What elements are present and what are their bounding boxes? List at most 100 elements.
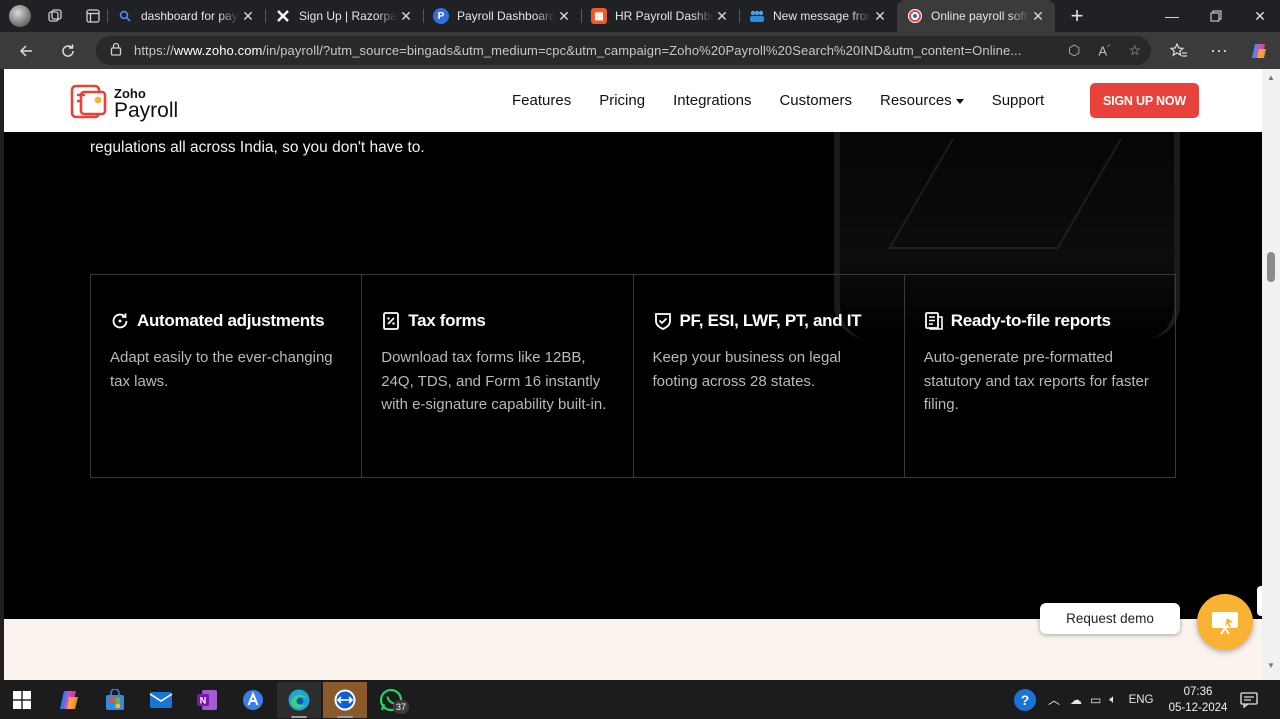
nav-resources-item[interactable]: Resources <box>880 92 964 109</box>
feature-title: Ready-to-file reports <box>950 311 1111 330</box>
report-doc-icon <box>924 312 943 330</box>
workspaces-icon[interactable] <box>41 2 69 30</box>
teams-people-icon <box>749 8 765 24</box>
close-icon[interactable]: ✕ <box>871 8 889 25</box>
nav-resources: Resources <box>879 92 952 109</box>
scroll-down-icon[interactable]: ▼ <box>1266 661 1276 671</box>
refresh-icon[interactable] <box>52 35 84 67</box>
app-a-icon[interactable] <box>231 682 275 718</box>
zoho-payroll-logo-icon <box>70 84 107 119</box>
more-menu-icon[interactable]: ··· <box>1203 35 1235 67</box>
razorpayx-icon <box>275 8 291 24</box>
language-indicator[interactable]: ENG <box>1129 694 1154 706</box>
volume-icon[interactable]: 🔈︎ <box>1109 692 1116 707</box>
copilot-icon[interactable] <box>1243 35 1275 67</box>
chevron-up-icon[interactable]: ︿ <box>1048 691 1060 708</box>
close-icon[interactable]: ✕ <box>239 8 257 25</box>
zoho-payroll-logo[interactable]: Zoho Payroll <box>70 83 178 122</box>
help-icon[interactable]: ? <box>1014 688 1036 711</box>
close-icon[interactable]: ✕ <box>1029 8 1047 25</box>
restore-icon[interactable] <box>1194 0 1238 32</box>
feature-text: Keep your business on legal footing acro… <box>652 349 841 390</box>
microsoft-store-icon[interactable] <box>93 682 137 718</box>
feature-title: PF, ESI, LWF, PT, and IT <box>679 311 862 330</box>
edge-browser-icon[interactable] <box>277 682 321 718</box>
tab-strip: dashboard for payroll ✕ Sign Up | Razorp… <box>0 0 1280 32</box>
battery-icon[interactable]: ▭ <box>1090 693 1101 707</box>
address-bar[interactable]: https://www.zoho.com/in/payroll/?utm_sou… <box>96 36 1151 65</box>
lock-icon[interactable] <box>110 42 122 59</box>
clock-date: 05-12-2024 <box>1168 702 1228 714</box>
minimize-icon[interactable]: — <box>1150 0 1194 32</box>
shield-check-icon <box>654 313 671 330</box>
chevron-down-icon <box>955 98 964 104</box>
url-path: /in/payroll/?utm_source=bingads&utm_medi… <box>262 43 1022 58</box>
close-icon[interactable]: ✕ <box>555 8 573 25</box>
browser-tab[interactable]: P Payroll Dashboard G ✕ <box>423 0 581 32</box>
favorite-star-icon[interactable]: ☆ <box>1128 42 1141 59</box>
intro-text: regulations all across India, so you don… <box>90 139 425 156</box>
browser-tab[interactable]: Sign Up | RazorpayX ✕ <box>265 0 423 32</box>
nav-support[interactable]: Support <box>992 92 1045 109</box>
browser-tab[interactable]: ▦ HR Payroll Dashboard ✕ <box>581 0 739 32</box>
sign-up-button[interactable]: SIGN UP NOW <box>1090 83 1199 118</box>
favorites-icon[interactable] <box>1163 35 1195 67</box>
back-arrow-icon[interactable] <box>10 35 42 67</box>
feature-text: Adapt easily to the ever-changing tax la… <box>110 349 333 390</box>
search-icon <box>117 8 133 24</box>
browser-tab[interactable]: New message from ✕ <box>739 0 897 32</box>
tab-title: HR Payroll Dashboard <box>615 9 713 23</box>
tag-icon[interactable]: ⬡ <box>1068 42 1080 59</box>
tab-title: New message from <box>773 9 871 23</box>
svg-text:N: N <box>200 696 207 706</box>
feature-card: Ready-to-file reports Auto-generate pre-… <box>905 275 1175 477</box>
close-icon[interactable]: ✕ <box>713 8 731 25</box>
browser-toolbar: https://www.zoho.com/in/payroll/?utm_sou… <box>0 32 1280 69</box>
copilot-app-icon[interactable] <box>47 682 91 718</box>
scroll-up-icon[interactable]: ▲ <box>1266 73 1276 83</box>
close-window-icon[interactable]: ✕ <box>1238 0 1280 32</box>
percent-doc-icon <box>383 312 400 330</box>
notifications-icon[interactable] <box>1240 680 1258 719</box>
request-demo-button[interactable] <box>1197 594 1253 650</box>
clock-time: 07:36 <box>1183 686 1213 698</box>
payroll-p-icon: P <box>433 8 449 24</box>
nav-features[interactable]: Features <box>512 92 571 109</box>
new-tab-button[interactable]: + <box>1061 0 1093 32</box>
clock[interactable]: 07:36 05-12-2024 <box>1166 684 1230 716</box>
url-scheme: https:// <box>134 43 174 58</box>
feature-title: Tax forms <box>408 311 486 330</box>
page-viewport: regulations all across India, so you don… <box>4 69 1262 680</box>
tab-title: Sign Up | RazorpayX <box>299 9 397 23</box>
main-nav: Features Pricing Integrations Customers … <box>512 69 1044 132</box>
tab-title: Payroll Dashboard G <box>457 9 555 23</box>
windows-taskbar: N 37 ? ︿ ☁ ▭ 🔈︎ ENG 07:36 05-12-2024 <box>0 680 1280 719</box>
nav-pricing[interactable]: Pricing <box>599 92 645 109</box>
mail-icon[interactable] <box>139 682 183 718</box>
nav-integrations[interactable]: Integrations <box>673 92 751 109</box>
onenote-icon[interactable]: N <box>185 682 229 718</box>
close-icon[interactable]: ✕ <box>397 8 415 25</box>
request-demo-label[interactable]: Request demo <box>1040 603 1180 634</box>
feature-card: Tax forms Download tax forms like 12BB, … <box>362 275 634 477</box>
read-aloud-icon[interactable]: Aᐟ <box>1098 43 1110 58</box>
hr-dashboard-icon: ▦ <box>591 8 607 24</box>
url-text: https://www.zoho.com/in/payroll/?utm_sou… <box>134 43 1024 58</box>
tab-title: dashboard for payroll <box>141 9 239 23</box>
tab-actions-icon[interactable] <box>79 2 107 30</box>
feature-card: Automated adjustments Adapt easily to th… <box>91 275 363 477</box>
start-windows-icon[interactable] <box>0 682 44 718</box>
whatsapp-icon[interactable]: 37 <box>369 682 413 718</box>
feature-card: PF, ESI, LWF, PT, and IT Keep your busin… <box>634 275 905 477</box>
feature-text: Download tax forms like 12BB, 24Q, TDS, … <box>381 349 607 413</box>
onedrive-cloud-icon[interactable]: ☁ <box>1070 693 1082 707</box>
browser-tab-active[interactable]: Online payroll software ✕ <box>897 0 1055 32</box>
browser-tab[interactable]: dashboard for payroll ✕ <box>107 0 265 32</box>
tab-title: Online payroll software <box>931 9 1029 23</box>
nav-customers[interactable]: Customers <box>779 92 852 109</box>
profile-avatar[interactable] <box>9 5 31 27</box>
teamviewer-app-icon[interactable] <box>323 682 367 718</box>
page-scrollbar[interactable]: ▲ ▼ <box>1262 69 1280 680</box>
scrollbar-thumb[interactable] <box>1267 252 1275 282</box>
feature-text: Auto-generate pre-formatted statutory an… <box>923 349 1149 413</box>
